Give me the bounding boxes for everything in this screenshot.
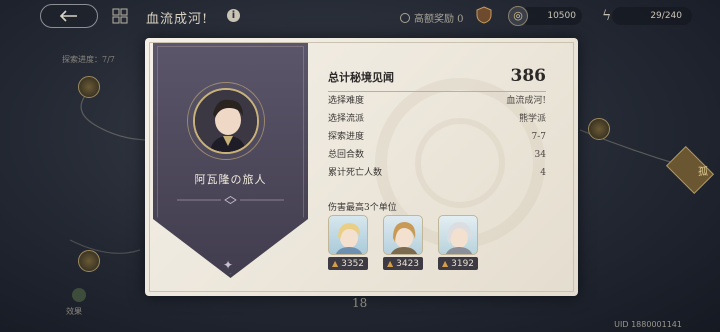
- unit-damage-value: 3352: [341, 258, 365, 269]
- stat-row: 选择难度 血流成河!: [328, 92, 546, 110]
- unit-portrait: [438, 215, 478, 255]
- stat-row: 探索进度 7-7: [328, 128, 546, 146]
- stat-label: 选择流派: [328, 114, 365, 124]
- profile-banner: [153, 42, 308, 278]
- stat-label: 探索进度: [328, 132, 365, 142]
- map-node[interactable]: [78, 250, 100, 272]
- map-node[interactable]: [78, 76, 100, 98]
- user-uid: UID 1880001141: [614, 320, 682, 329]
- unit-portrait-image: [445, 222, 473, 254]
- player-name: 阿瓦隆の旅人: [194, 173, 267, 186]
- flame-icon: ▲: [386, 259, 394, 268]
- lightning-icon[interactable]: ϟ: [602, 7, 616, 25]
- currency-counter: 10500: [520, 7, 582, 25]
- unit-portrait: [383, 215, 423, 255]
- unit-portrait-image: [335, 223, 363, 254]
- star-icon: ✦: [223, 258, 234, 272]
- top-bar: 血流成河! i 高额奖励 0 10500 ◎ 29/240 ϟ: [0, 0, 720, 34]
- avatar[interactable]: [193, 88, 259, 154]
- effect-label: 效果: [66, 307, 82, 316]
- stat-label: 选择难度: [328, 96, 365, 106]
- info-icon[interactable]: i: [227, 9, 240, 22]
- unit-damage: ▲ 3423: [383, 257, 423, 270]
- reward-icon: [400, 12, 410, 23]
- unit-card[interactable]: ▲ 3423: [383, 215, 423, 270]
- stats-panel: 总计秘境见闻 386 选择难度 血流成河! 选择流派 熊学派 探索进度 7-7 …: [328, 66, 546, 182]
- reward-text: 高额奖励 0: [414, 14, 464, 25]
- back-button[interactable]: [40, 4, 98, 28]
- grid-icon[interactable]: [112, 8, 128, 24]
- damage-section-title: 伤害最高3个单位: [328, 203, 397, 213]
- stat-label: 总回合数: [328, 150, 365, 160]
- stat-value: 血流成河!: [506, 96, 546, 106]
- unit-damage-value: 3192: [451, 258, 475, 269]
- stat-value: 熊学派: [518, 114, 546, 124]
- map-node[interactable]: [588, 118, 610, 140]
- bottom-counter: 18: [352, 296, 368, 310]
- leaf-icon[interactable]: [72, 288, 86, 302]
- divider-ornament: [177, 196, 284, 204]
- top-damage-units: ▲ 3352 ▲ 3423 ▲ 3192: [328, 215, 478, 270]
- stat-row: 总回合数 34: [328, 146, 546, 164]
- stat-value: 34: [534, 150, 546, 160]
- unit-card[interactable]: ▲ 3352: [328, 215, 368, 270]
- run-summary-card: 阿瓦隆の旅人 ✦ 总计秘境见闻 386 选择难度 血流成河! 选择流派 熊学派 …: [145, 38, 578, 296]
- page-title: 血流成河!: [146, 12, 209, 27]
- unit-damage-value: 3423: [396, 258, 420, 269]
- unit-damage: ▲ 3352: [328, 257, 368, 270]
- unit-card[interactable]: ▲ 3192: [438, 215, 478, 270]
- unit-portrait-image: [390, 222, 418, 254]
- map-tag-label: 孤: [698, 167, 708, 178]
- stat-value: 7-7: [531, 132, 547, 142]
- stat-label: 累计死亡人数: [328, 168, 383, 178]
- shield-icon[interactable]: [476, 6, 492, 24]
- total-label: 总计秘境见闻: [328, 71, 394, 84]
- total-value: 386: [510, 66, 547, 86]
- back-arrow-icon: [59, 10, 77, 22]
- flame-icon: ▲: [441, 259, 449, 268]
- stat-row: 选择流派 熊学派: [328, 110, 546, 128]
- stat-row: 累计死亡人数 4: [328, 164, 546, 182]
- stamina-counter: 29/240: [612, 7, 692, 25]
- flame-icon: ▲: [331, 259, 339, 268]
- reward-info[interactable]: 高额奖励 0: [400, 10, 464, 25]
- coin-icon[interactable]: ◎: [508, 6, 528, 26]
- unit-damage: ▲ 3192: [438, 257, 478, 270]
- stat-value: 4: [540, 168, 546, 178]
- total-row: 总计秘境见闻 386: [328, 66, 546, 92]
- explore-progress: 探索进度：7/7: [62, 55, 115, 64]
- unit-portrait: [328, 215, 368, 255]
